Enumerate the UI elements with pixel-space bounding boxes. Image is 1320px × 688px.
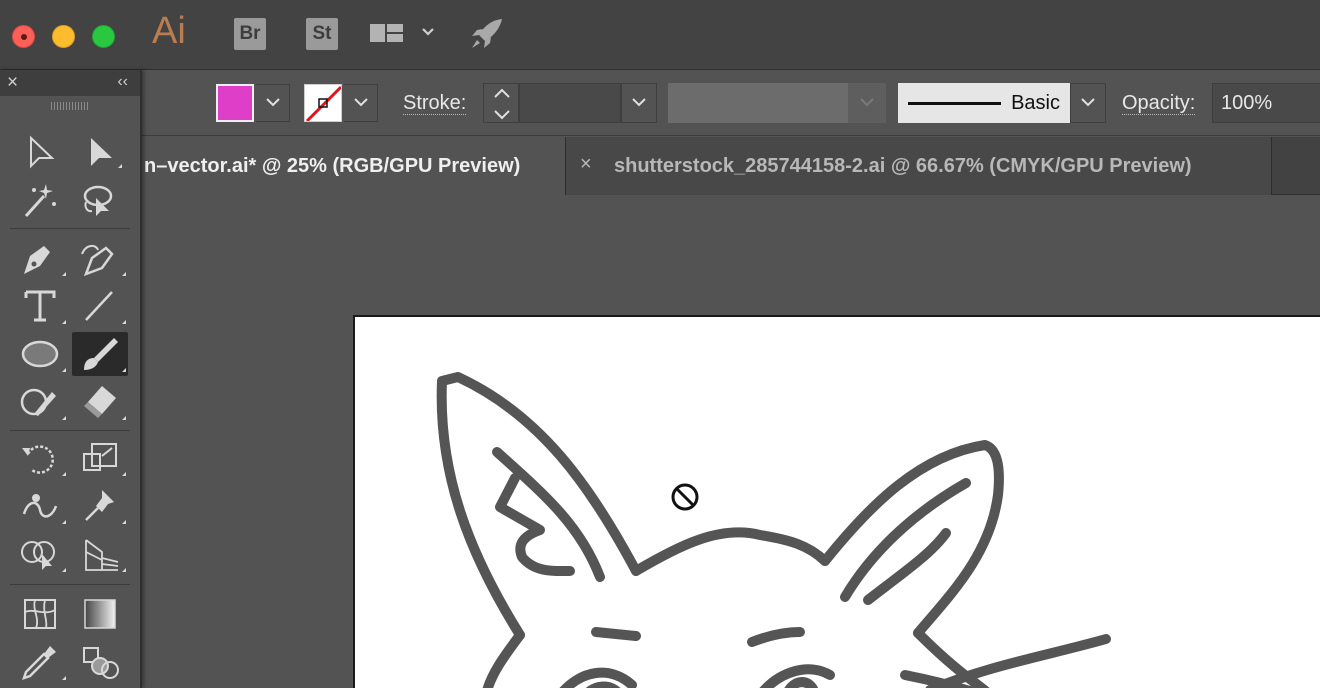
brush-preview-line xyxy=(908,102,1001,105)
scale-icon xyxy=(83,443,126,476)
chevron-down-icon xyxy=(265,98,280,107)
perspective-grid-icon xyxy=(85,539,126,572)
blend-icon xyxy=(83,647,119,679)
stroke-weight-dropdown[interactable] xyxy=(621,83,657,123)
perspective-grid-tool[interactable] xyxy=(72,532,128,576)
tab-label: n–vector.ai* @ 25% (RGB/GPU Preview) xyxy=(144,155,521,177)
brush-definition-name: Basic xyxy=(1011,92,1060,114)
fill-dropdown[interactable] xyxy=(256,84,290,122)
blend-tool[interactable] xyxy=(72,640,128,684)
selection-tool[interactable] xyxy=(12,130,68,174)
title-bar: Ai Br St xyxy=(0,0,1320,70)
shaper-icon xyxy=(20,388,66,420)
direct-selection-arrow-icon xyxy=(91,138,122,168)
selection-arrow-icon xyxy=(30,135,55,169)
bridge-button[interactable]: Br xyxy=(234,18,266,50)
fill-color-swatch[interactable] xyxy=(216,84,254,122)
variable-width-profile[interactable] xyxy=(668,83,848,123)
gradient-tool[interactable] xyxy=(72,592,128,636)
close-icon[interactable]: × xyxy=(7,72,18,94)
document-tab-bar: n–vector.ai* @ 25% (RGB/GPU Preview) × s… xyxy=(0,137,1320,195)
arrange-documents-button[interactable] xyxy=(368,18,438,50)
gpu-performance-button[interactable] xyxy=(468,16,506,52)
collapse-panel-icon[interactable]: ‹‹ xyxy=(117,73,128,91)
shaper-tool[interactable] xyxy=(12,380,68,424)
puppet-warp-tool[interactable] xyxy=(72,484,128,528)
rotate-icon xyxy=(22,445,66,476)
mesh-icon xyxy=(24,599,56,629)
rocket-icon xyxy=(472,19,502,48)
shape-builder-tool[interactable] xyxy=(12,532,68,576)
tab-document-2[interactable]: × shutterstock_285744158-2.ai @ 66.67% (… xyxy=(566,137,1272,195)
app-logo: Ai xyxy=(152,10,186,52)
chevron-down-icon xyxy=(632,98,646,107)
lasso-tool[interactable] xyxy=(72,178,128,222)
stepper-arrows-icon xyxy=(494,88,510,120)
curvature-tool[interactable] xyxy=(72,236,128,280)
window-minimize-button[interactable] xyxy=(52,25,75,48)
stroke-dropdown[interactable] xyxy=(344,84,378,122)
ellipse-icon xyxy=(21,340,66,372)
warp-tool[interactable] xyxy=(12,484,68,528)
eraser-icon xyxy=(84,386,126,420)
magic-wand-tool[interactable] xyxy=(12,178,68,222)
eyedropper-icon xyxy=(22,646,66,680)
tab-label: shutterstock_285744158-2.ai @ 66.67% (CM… xyxy=(614,155,1192,177)
paintbrush-tool[interactable] xyxy=(72,332,128,376)
brush-definition-dropdown[interactable] xyxy=(1070,83,1106,123)
paintbrush-icon xyxy=(84,338,126,372)
stroke-color-swatch[interactable] xyxy=(304,84,342,122)
tool-group-divider xyxy=(10,228,130,229)
magic-wand-icon xyxy=(24,184,56,218)
variable-width-dropdown[interactable] xyxy=(848,83,886,123)
window-maximize-button[interactable] xyxy=(92,25,115,48)
illustrator-window: Ai Br St Stroke: Basic Opacity: 100% n–v… xyxy=(0,0,1320,688)
rotate-tool[interactable] xyxy=(12,436,68,480)
stroke-label[interactable]: Stroke: xyxy=(403,92,467,115)
tool-group-divider xyxy=(10,430,130,431)
arrange-documents-icon xyxy=(370,24,434,42)
tools-panel: × ‹‹ xyxy=(0,70,142,688)
control-bar: Stroke: Basic Opacity: 100% xyxy=(0,70,1320,136)
panel-grip[interactable] xyxy=(51,102,89,110)
tools-panel-header: × ‹‹ xyxy=(0,70,140,96)
shape-builder-icon xyxy=(21,541,66,572)
tab-close-icon[interactable]: × xyxy=(580,153,592,176)
type-tool[interactable] xyxy=(12,284,68,328)
not-allowed-cursor-icon xyxy=(671,483,699,511)
ellipse-tool[interactable] xyxy=(12,332,68,376)
lasso-icon xyxy=(83,185,113,216)
stock-button[interactable]: St xyxy=(306,18,338,50)
type-t-icon xyxy=(24,290,66,324)
warp-icon xyxy=(22,494,66,524)
direct-selection-tool[interactable] xyxy=(72,130,128,174)
window-close-button[interactable] xyxy=(12,25,35,48)
no-stroke-icon xyxy=(305,85,341,121)
brush-definition-field[interactable]: Basic xyxy=(898,83,1070,123)
curvature-pen-icon xyxy=(81,244,126,277)
line-segment-tool[interactable] xyxy=(72,284,128,328)
tool-group-divider xyxy=(10,584,130,585)
gradient-icon xyxy=(84,599,116,629)
stroke-weight-input[interactable] xyxy=(519,83,621,123)
pen-tool[interactable] xyxy=(12,236,68,280)
stroke-weight-stepper[interactable] xyxy=(483,83,519,123)
eraser-tool[interactable] xyxy=(72,380,128,424)
fox-line-art xyxy=(436,372,1111,688)
chevron-down-icon xyxy=(860,98,874,107)
chevron-down-icon xyxy=(353,98,368,107)
chevron-down-icon xyxy=(1081,98,1095,107)
opacity-input[interactable]: 100% xyxy=(1212,83,1320,123)
mesh-tool[interactable] xyxy=(12,592,68,636)
opacity-label[interactable]: Opacity: xyxy=(1122,92,1196,115)
pushpin-icon xyxy=(85,490,126,524)
eyedropper-tool[interactable] xyxy=(12,640,68,684)
scale-tool[interactable] xyxy=(72,436,128,480)
pen-nib-icon xyxy=(24,246,66,276)
canvas-area[interactable] xyxy=(0,195,1320,688)
line-segment-icon xyxy=(85,291,126,324)
